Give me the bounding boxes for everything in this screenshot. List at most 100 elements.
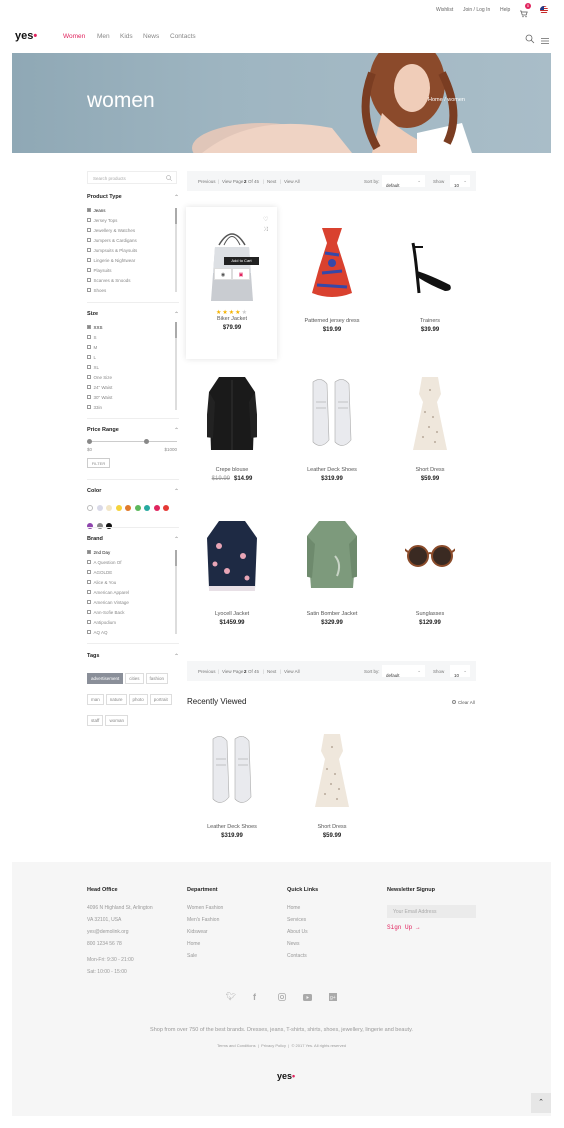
- checkbox[interactable]: [87, 238, 91, 242]
- footer-link[interactable]: About Us: [287, 929, 318, 935]
- filter-option[interactable]: American Apparel: [87, 587, 179, 597]
- filter-option[interactable]: M: [87, 342, 179, 352]
- checkbox[interactable]: [87, 365, 91, 369]
- footer-link[interactable]: News: [287, 941, 318, 947]
- clear-all-button[interactable]: Clear All: [452, 700, 475, 705]
- nav-women[interactable]: Women: [63, 33, 85, 40]
- checkbox[interactable]: [87, 620, 91, 624]
- checkbox[interactable]: [87, 355, 91, 359]
- filter-option[interactable]: 30" Waist: [87, 392, 179, 402]
- product-image[interactable]: [307, 729, 357, 809]
- tag-chip[interactable]: man: [87, 694, 104, 705]
- filter-option[interactable]: Jumpsuits & Playsuits: [87, 245, 179, 255]
- chevron-up-icon[interactable]: ⌃: [174, 311, 179, 318]
- checkbox[interactable]: [87, 375, 91, 379]
- color-swatch[interactable]: [87, 523, 93, 529]
- twitter-icon[interactable]: 🐦︎: [226, 992, 236, 1001]
- recent-product-card[interactable]: Leather Deck Shoes $319.99: [187, 719, 277, 839]
- checkbox[interactable]: [87, 550, 91, 554]
- footer-link[interactable]: Kidswear: [187, 929, 223, 935]
- checkbox[interactable]: [87, 278, 91, 282]
- filter-option[interactable]: 24" Waist: [87, 382, 179, 392]
- page-number[interactable]: 2: [244, 669, 247, 674]
- product-image[interactable]: [405, 372, 455, 452]
- tag-chip[interactable]: staff: [87, 715, 104, 726]
- color-swatch[interactable]: [115, 505, 122, 511]
- prev-link[interactable]: Previous: [198, 179, 216, 184]
- heart-icon[interactable]: ♡: [263, 216, 268, 223]
- sort-dropdown[interactable]: default ⌄: [382, 175, 425, 188]
- product-card[interactable]: Lyocell Jacket $1459.99: [187, 506, 277, 626]
- color-swatch[interactable]: [144, 505, 150, 511]
- product-card[interactable]: Sunglasses $129.99: [385, 506, 475, 626]
- filter-option[interactable]: 2nd Day: [87, 547, 179, 557]
- filter-option[interactable]: Jumpers & Cardigans: [87, 235, 179, 245]
- filter-button[interactable]: FILTER: [87, 458, 110, 468]
- filter-option[interactable]: XXS: [87, 322, 179, 332]
- color-swatch[interactable]: [106, 505, 112, 511]
- product-image[interactable]: [304, 516, 360, 596]
- color-swatch[interactable]: [96, 523, 103, 529]
- product-name[interactable]: Leather Deck Shoes: [187, 824, 277, 830]
- show-dropdown[interactable]: 10 ⌄: [450, 175, 470, 188]
- product-name[interactable]: Short Dress: [287, 824, 377, 830]
- chevron-up-icon[interactable]: ⌃: [174, 536, 179, 543]
- search-products-box[interactable]: Search products: [87, 171, 177, 184]
- tag-chip[interactable]: fashion: [145, 673, 169, 684]
- checkbox[interactable]: [87, 590, 91, 594]
- filter-option[interactable]: Lingerie & Nightwear: [87, 255, 179, 265]
- footer-link[interactable]: Men's Fashion: [187, 917, 223, 923]
- filter-option[interactable]: Jewellery & Watches: [87, 225, 179, 235]
- next-link[interactable]: Next: [267, 179, 276, 184]
- product-card[interactable]: Leather Deck Shoes $319.99: [287, 362, 377, 482]
- nav-men[interactable]: Men: [97, 33, 110, 40]
- search-icon[interactable]: [525, 31, 535, 44]
- color-swatch[interactable]: [87, 505, 93, 511]
- filter-option[interactable]: Antipodium: [87, 617, 179, 627]
- filter-option[interactable]: Jersey Tops: [87, 215, 179, 225]
- color-swatch[interactable]: [106, 523, 112, 529]
- logo[interactable]: yes•: [15, 30, 37, 42]
- product-card[interactable]: ★★★★★ Biker Jacket $79.99 Add to Cart ◉ ▣ ♡ ⤨: [187, 213, 277, 331]
- product-card[interactable]: Trainers $39.99: [385, 213, 475, 333]
- tag-chip[interactable]: nature: [105, 694, 127, 705]
- product-card[interactable]: Satin Bomber Jacket $329.99: [287, 506, 377, 626]
- checkbox[interactable]: [87, 268, 91, 272]
- footer-link[interactable]: Home: [287, 905, 318, 911]
- menu-icon[interactable]: [541, 32, 549, 44]
- color-swatch[interactable]: [125, 505, 131, 511]
- filter-option[interactable]: AQ AQ: [87, 627, 179, 637]
- nav-news[interactable]: News: [143, 33, 159, 40]
- product-name[interactable]: Crepe blouse: [187, 467, 277, 473]
- filter-option[interactable]: S: [87, 332, 179, 342]
- breadcrumb-home[interactable]: Home: [428, 97, 443, 103]
- newsletter-email-input[interactable]: Your Email Address: [387, 905, 476, 918]
- filter-option[interactable]: Alice & You: [87, 577, 179, 587]
- checkbox[interactable]: [87, 395, 91, 399]
- shuffle-icon[interactable]: ⤨: [263, 227, 268, 234]
- product-name[interactable]: Patterned jersey dress: [287, 318, 377, 324]
- checkbox[interactable]: [87, 610, 91, 614]
- product-image[interactable]: [405, 223, 455, 303]
- product-name[interactable]: Sunglasses: [385, 611, 475, 617]
- filter-option[interactable]: Ann-Sofie Back: [87, 607, 179, 617]
- sign-up-button[interactable]: Sign Up →: [387, 924, 476, 931]
- product-card[interactable]: Crepe blouse $19.99 $14.99: [187, 362, 277, 482]
- view-all-link[interactable]: View All: [284, 179, 300, 184]
- page-number[interactable]: 2: [244, 179, 247, 184]
- quick-view-icon[interactable]: ◉: [214, 268, 232, 280]
- checkbox[interactable]: [87, 288, 91, 292]
- footer-link[interactable]: Women Fashion: [187, 905, 223, 911]
- facebook-icon[interactable]: f: [253, 992, 256, 1002]
- filter-option[interactable]: American Vintage: [87, 597, 179, 607]
- checkbox[interactable]: [87, 208, 91, 212]
- chevron-up-icon[interactable]: ⌃: [174, 427, 179, 434]
- search-icon[interactable]: [166, 175, 172, 181]
- product-image[interactable]: [207, 729, 257, 809]
- compare-icon[interactable]: ▣: [232, 268, 250, 280]
- footer-link[interactable]: Contacts: [287, 953, 318, 959]
- nav-contacts[interactable]: Contacts: [170, 33, 196, 40]
- filter-option[interactable]: A Question Of: [87, 557, 179, 567]
- checkbox[interactable]: [87, 325, 91, 329]
- checkbox[interactable]: [87, 580, 91, 584]
